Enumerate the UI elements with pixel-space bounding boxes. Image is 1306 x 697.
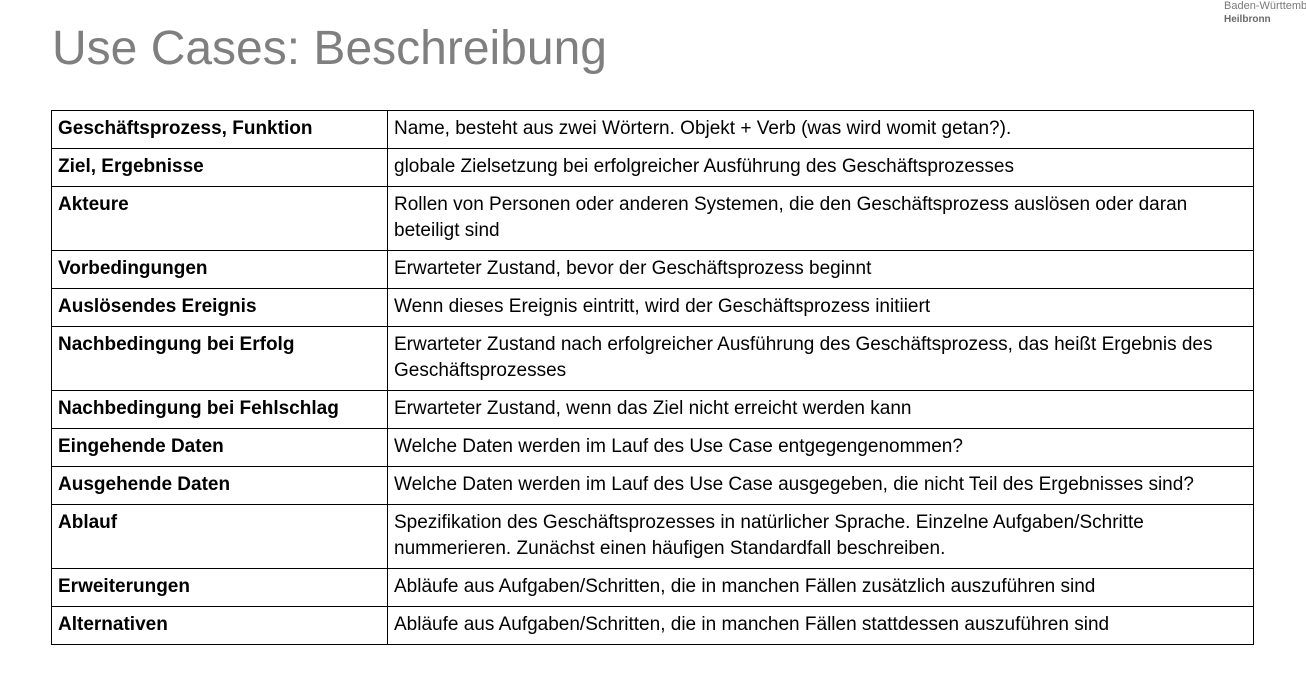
row-key: Ausgehende Daten: [51, 466, 388, 505]
table-row: Akteure Rollen von Personen oder anderen…: [51, 186, 1254, 251]
table-row: Erweiterungen Abläufe aus Aufgaben/Schri…: [51, 568, 1254, 607]
table-row: Ausgehende Daten Welche Daten werden im …: [51, 466, 1254, 505]
row-value: Welche Daten werden im Lauf des Use Case…: [387, 466, 1254, 505]
row-key: Vorbedingungen: [51, 250, 388, 289]
row-key: Ablauf: [51, 504, 388, 569]
row-value: globale Zielsetzung bei erfolgreicher Au…: [387, 148, 1254, 187]
row-value: Abläufe aus Aufgaben/Schritten, die in m…: [387, 568, 1254, 607]
table-row: Geschäftsprozess, Funktion Name, besteht…: [51, 110, 1254, 149]
institution-logo: Baden-Württemb Heilbronn: [1224, 0, 1306, 27]
table-row: Eingehende Daten Welche Daten werden im …: [51, 428, 1254, 467]
row-value: Abläufe aus Aufgaben/Schritten, die in m…: [387, 606, 1254, 645]
row-value: Erwarteter Zustand nach erfolgreicher Au…: [387, 326, 1254, 391]
row-key: Geschäftsprozess, Funktion: [51, 110, 388, 149]
row-value: Wenn dieses Ereignis eintritt, wird der …: [387, 288, 1254, 327]
table-row: Ziel, Ergebnisse globale Zielsetzung bei…: [51, 148, 1254, 187]
use-case-description-table: Geschäftsprozess, Funktion Name, besteht…: [51, 110, 1254, 645]
row-key: Nachbedingung bei Erfolg: [51, 326, 388, 391]
table-row: Auslösendes Ereignis Wenn dieses Ereigni…: [51, 288, 1254, 327]
table-row: Nachbedingung bei Fehlschlag Erwarteter …: [51, 390, 1254, 429]
row-key: Auslösendes Ereignis: [51, 288, 388, 327]
row-key: Akteure: [51, 186, 388, 251]
row-key: Ziel, Ergebnisse: [51, 148, 388, 187]
row-value: Welche Daten werden im Lauf des Use Case…: [387, 428, 1254, 467]
table-row: Alternativen Abläufe aus Aufgaben/Schrit…: [51, 606, 1254, 645]
row-key: Erweiterungen: [51, 568, 388, 607]
row-value: Rollen von Personen oder anderen Systeme…: [387, 186, 1254, 251]
row-key: Nachbedingung bei Fehlschlag: [51, 390, 388, 429]
table-row: Vorbedingungen Erwarteter Zustand, bevor…: [51, 250, 1254, 289]
row-value: Erwarteter Zustand, bevor der Geschäftsp…: [387, 250, 1254, 289]
row-value: Name, besteht aus zwei Wörtern. Objekt +…: [387, 110, 1254, 149]
logo-line-1: Baden-Württemb: [1224, 0, 1306, 12]
row-value: Spezifikation des Geschäftsprozesses in …: [387, 504, 1254, 569]
slide: Baden-Württemb Heilbronn Use Cases: Besc…: [0, 0, 1306, 697]
page-title: Use Cases: Beschreibung: [52, 22, 607, 75]
logo-line-2: Heilbronn: [1224, 14, 1271, 25]
table-row: Ablauf Spezifikation des Geschäftsprozes…: [51, 504, 1254, 569]
table-row: Nachbedingung bei Erfolg Erwarteter Zust…: [51, 326, 1254, 391]
row-value: Erwarteter Zustand, wenn das Ziel nicht …: [387, 390, 1254, 429]
row-key: Alternativen: [51, 606, 388, 645]
row-key: Eingehende Daten: [51, 428, 388, 467]
